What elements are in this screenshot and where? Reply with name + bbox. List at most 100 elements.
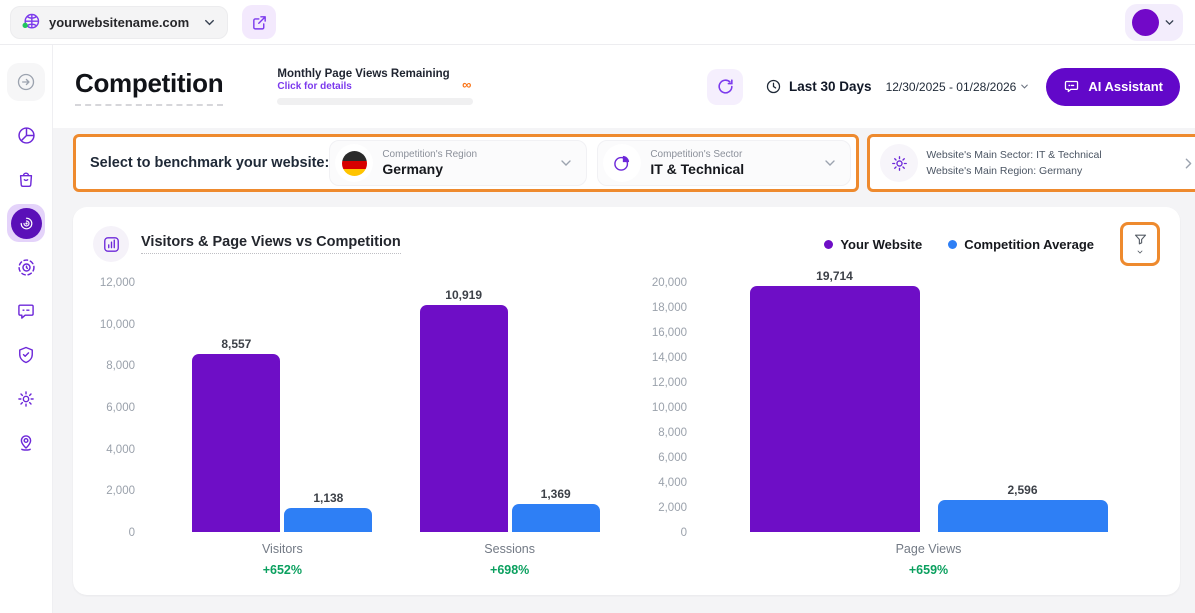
sector-label: Competition's Sector: [650, 149, 744, 160]
chevron-down-icon: [202, 15, 217, 30]
chart-visitors-sessions: 12,00010,0008,0006,0004,0002,0000 8,5571…: [95, 282, 647, 577]
y-axis-tick: 2,000: [658, 502, 687, 514]
period-label: Last 30 Days: [789, 79, 872, 94]
account-menu[interactable]: [1125, 4, 1183, 41]
bar-page-views-your-website[interactable]: [750, 286, 920, 532]
quota-details-link[interactable]: Click for details: [277, 81, 473, 92]
chart-card-header: Visitors & Page Views vs Competition You…: [93, 222, 1160, 266]
bar-value-label: 1,369: [541, 487, 571, 501]
quota-label: Monthly Page Views Remaining: [277, 68, 473, 80]
bar-visitors-your-website[interactable]: [192, 354, 280, 532]
globe-icon: [21, 12, 41, 32]
ai-assistant-button[interactable]: AI Assistant: [1046, 68, 1180, 106]
y-axis-tick: 4,000: [658, 477, 687, 489]
bar-groups: 8,5571,138Visitors+652%10,9191,369Sessio…: [145, 282, 647, 577]
y-axis: 12,00010,0008,0006,0004,0002,0000: [95, 282, 145, 532]
y-axis-tick: 20,000: [652, 277, 687, 289]
external-link-button[interactable]: [242, 5, 276, 39]
shield-check-icon: [16, 345, 36, 365]
gear-icon: [880, 144, 918, 182]
sidebar-item-feedback[interactable]: [7, 292, 45, 330]
y-axis-tick: 0: [681, 527, 687, 539]
bar-visitors-competition-average[interactable]: [284, 508, 372, 532]
bar-sessions-competition-average[interactable]: [512, 504, 600, 533]
filter-funnel-icon: [1133, 232, 1148, 247]
y-axis: 20,00018,00016,00014,00012,00010,0008,00…: [647, 282, 697, 532]
legend-dot-purple: [824, 240, 833, 249]
bar-value-label: 2,596: [1007, 483, 1037, 497]
category-label: Visitors: [262, 542, 303, 556]
date-range-value: 12/30/2025 - 01/28/2026: [886, 80, 1017, 94]
bar-value-label: 1,138: [313, 491, 343, 505]
bar-value-label: 19,714: [816, 269, 853, 283]
y-axis-tick: 12,000: [652, 377, 687, 389]
location-pin-icon: [16, 433, 36, 453]
bar-group-page-views: 19,7142,596Page Views+659%: [750, 282, 1108, 577]
chevron-down-icon: [1163, 16, 1176, 29]
y-axis-tick: 10,000: [652, 402, 687, 414]
bar-group-sessions: 10,9191,369Sessions+698%: [420, 282, 600, 577]
quota-block: Monthly Page Views Remaining Click for d…: [277, 68, 473, 105]
sidebar-item-security[interactable]: [7, 336, 45, 374]
y-axis-tick: 2,000: [106, 485, 135, 497]
refresh-button[interactable]: [707, 69, 743, 105]
y-axis-tick: 12,000: [100, 277, 135, 289]
date-range-selector[interactable]: 12/30/2025 - 01/28/2026: [886, 80, 1031, 94]
focus-target-icon: [16, 257, 37, 278]
sidebar-item-location[interactable]: [7, 424, 45, 462]
region-label: Competition's Region: [382, 149, 477, 160]
category-label: Sessions: [484, 542, 535, 556]
chart-title: Visitors & Page Views vs Competition: [141, 234, 401, 254]
shopping-bag-icon: [16, 169, 36, 189]
legend-your-website: Your Website: [824, 237, 922, 252]
sidebar-collapse-button[interactable]: [7, 63, 45, 101]
sidebar-item-settings[interactable]: [7, 380, 45, 418]
y-axis-tick: 8,000: [658, 427, 687, 439]
region-value: Germany: [382, 161, 477, 177]
website-settings-panel[interactable]: Website's Main Sector: IT & Technical We…: [867, 134, 1195, 192]
website-selector[interactable]: yourwebsitename.com: [10, 6, 228, 39]
refresh-icon: [716, 77, 735, 96]
bar-value-label: 10,919: [445, 288, 482, 302]
benchmark-selectors-panel: Select to benchmark your website: Compet…: [73, 134, 859, 192]
website-main-region: Website's Main Region: Germany: [926, 163, 1101, 179]
chevron-down-icon: [1135, 248, 1145, 256]
sidebar-item-ecommerce[interactable]: [7, 160, 45, 198]
bar-chart-icon: [93, 226, 129, 262]
sector-dropdown[interactable]: Competition's Sector IT & Technical: [597, 140, 851, 186]
sidebar: [0, 45, 53, 613]
bar-page-views-competition-average[interactable]: [938, 500, 1108, 533]
chart-filter-button[interactable]: [1120, 222, 1160, 266]
sidebar-item-goals[interactable]: [7, 248, 45, 286]
benchmark-row: Select to benchmark your website: Compet…: [73, 134, 1180, 192]
chart-card: Visitors & Page Views vs Competition You…: [73, 207, 1180, 595]
chart-area: 12,000 10,000 8,000 6,000 4,000 2,000 0 8,557 1…: [93, 282, 1160, 577]
sector-value: IT & Technical: [650, 161, 744, 177]
y-axis-tick: 18,000: [652, 302, 687, 314]
chart-page-views: 20,00018,00016,00014,00012,00010,0008,00…: [647, 282, 1160, 577]
y-axis-tick: 6,000: [658, 452, 687, 464]
chevron-down-icon: [1019, 81, 1030, 92]
clock-icon: [765, 78, 782, 95]
content: Select to benchmark your website: Compet…: [53, 128, 1195, 613]
bar-sessions-your-website[interactable]: [420, 305, 508, 533]
y-axis-tick: 10,000: [100, 319, 135, 331]
region-dropdown[interactable]: Competition's Region Germany: [329, 140, 587, 186]
sidebar-item-competition[interactable]: [7, 204, 45, 242]
topbar: yourwebsitename.com: [0, 0, 1195, 45]
bar-group-visitors: 8,5571,138Visitors+652%: [192, 282, 372, 577]
website-main-sector: Website's Main Sector: IT & Technical: [926, 147, 1101, 163]
bar-value-label: 8,557: [221, 337, 251, 351]
pie-sector-icon: [603, 144, 641, 182]
bar-groups: 19,7142,596Page Views+659%: [697, 282, 1160, 577]
period-selector[interactable]: Last 30 Days: [765, 78, 872, 95]
panel-collapse-icon: [16, 72, 36, 92]
avatar: [1132, 9, 1159, 36]
germany-flag-icon: [335, 144, 373, 182]
sidebar-item-dashboard[interactable]: [7, 116, 45, 154]
page-header: Competition Monthly Page Views Remaining…: [53, 45, 1195, 128]
website-name: yourwebsitename.com: [49, 15, 194, 30]
chat-icon: [1063, 78, 1080, 95]
y-axis-tick: 6,000: [106, 402, 135, 414]
pie-chart-icon: [16, 125, 37, 146]
